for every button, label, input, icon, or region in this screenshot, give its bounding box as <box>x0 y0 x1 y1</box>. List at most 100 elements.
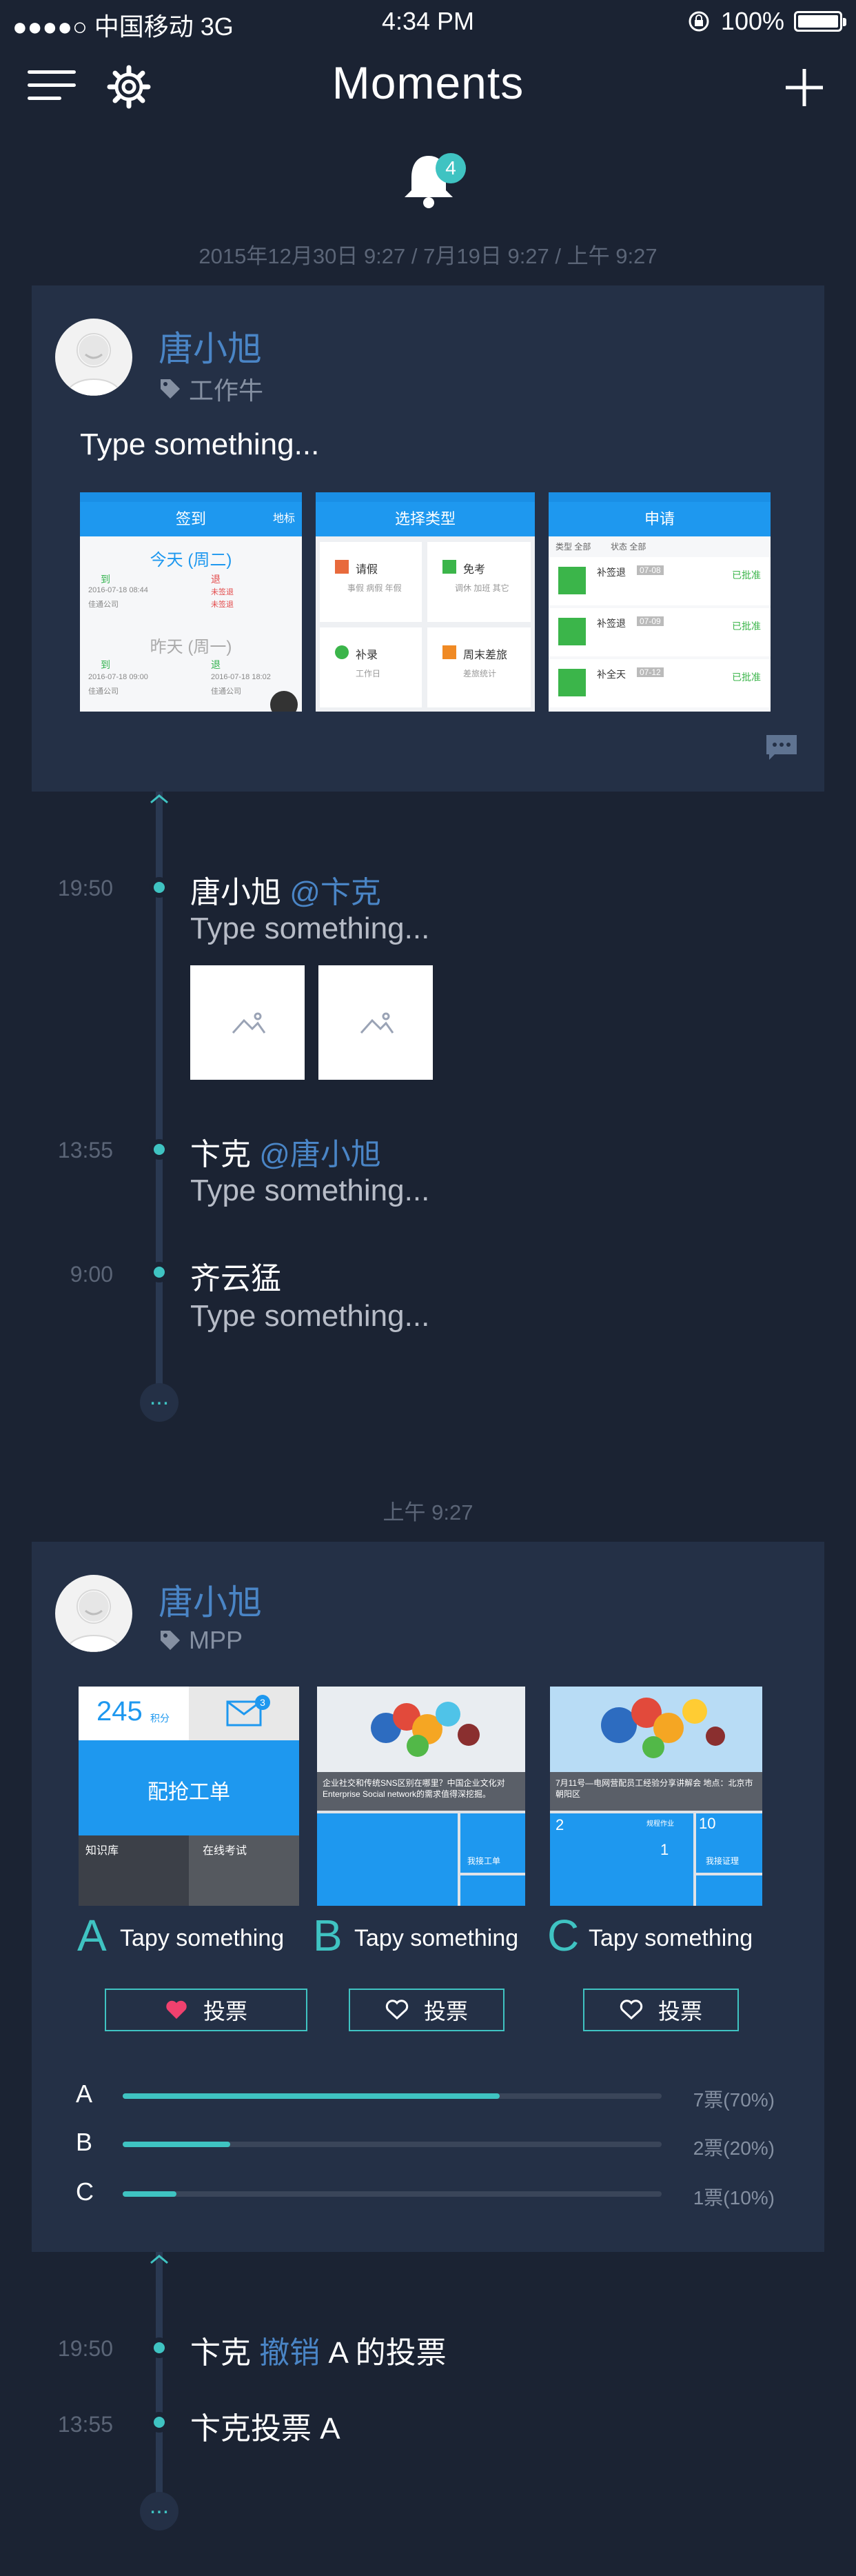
collapse-caret-icon[interactable] <box>145 792 173 805</box>
avatar[interactable] <box>55 319 132 396</box>
thumb-title: 配抢工单 <box>147 1781 230 1804</box>
vote-label: 投票 <box>203 1999 247 2024</box>
row-date: 07-09 <box>637 616 664 626</box>
comment-mention[interactable]: @卞克 <box>289 876 381 909</box>
shot-line: 佳通公司 <box>88 687 119 696</box>
timeline-line <box>156 2252 163 2506</box>
collapse-caret-icon[interactable] <box>145 2252 173 2266</box>
request-row: 补全天 07-12 已批准 <box>549 659 771 707</box>
row-date: 07-12 <box>637 667 664 677</box>
result-letter: B <box>76 2128 93 2156</box>
comment-author-name[interactable]: 唐小旭 <box>190 876 281 909</box>
option-name: 免考 <box>463 564 486 576</box>
tile-label: 我接证理 <box>706 1856 740 1866</box>
activity-text: 卞克 撤销 A 的投票 <box>190 2328 447 2372</box>
row-name: 补全天 <box>597 669 626 680</box>
post-text: Type something... <box>80 427 320 461</box>
attachment-image[interactable]: 签到 地标 今天 (周二) 到 退 2016-07-18 08:44 未签退 佳… <box>80 492 302 712</box>
comment-author-name[interactable]: 齐云猛 <box>190 1262 281 1296</box>
timeline-dot <box>149 1139 170 1160</box>
shot-title: 选择类型 <box>394 510 456 527</box>
result-count: 1票(10%) <box>693 2187 775 2208</box>
vote-label: 投票 <box>423 1999 468 2024</box>
row-status: 已批准 <box>732 570 761 581</box>
option-name: 补录 <box>356 650 378 661</box>
rotation-lock-icon <box>689 11 709 32</box>
request-row: 补签退 07-08 已批准 <box>549 557 771 605</box>
comment-icon[interactable] <box>765 734 798 761</box>
tile-number: 10 <box>699 1815 716 1832</box>
activity-text: 卞克投票 A <box>190 2412 340 2446</box>
shot-line: 到 <box>101 574 110 585</box>
knowledge-label: 知识库 <box>85 1845 119 1857</box>
thumb-caption: 企业社交和传统SNS区别在哪里？中国企业文化对 Enterprise Socia… <box>317 1772 525 1811</box>
result-bar-track <box>123 2093 662 2099</box>
image-placeholder[interactable] <box>190 965 305 1080</box>
battery-icon <box>794 11 846 32</box>
result-count: 7票(70%) <box>693 2089 775 2111</box>
option-text: Tapy something <box>120 1925 285 1951</box>
option-desc: 差旅统计 <box>463 669 497 678</box>
heart-filled-icon <box>166 2000 187 2019</box>
shot-line: 到 <box>101 659 110 670</box>
balloons-image <box>601 1698 725 1758</box>
option-image-b[interactable]: 企业社交和传统SNS区别在哪里？中国企业文化对 Enterprise Socia… <box>317 1687 525 1906</box>
post-author[interactable]: 唐小旭 <box>159 321 262 371</box>
option-letter: C <box>547 1911 580 1960</box>
option-desc: 事假 病假 年假 <box>347 583 402 593</box>
comment-text: Type something... <box>190 912 430 945</box>
type-option: 补录 工作日 <box>320 627 422 707</box>
score-value: 245 <box>96 1696 143 1727</box>
vote-button-b[interactable]: 投票 <box>349 1989 505 2031</box>
add-icon[interactable] <box>783 66 826 109</box>
comment-author: 唐小旭 @卞克 <box>190 867 381 912</box>
more-comments-button[interactable]: ... <box>140 1383 179 1422</box>
image-placeholder[interactable] <box>318 965 433 1080</box>
option-image-c[interactable]: 7月11号—电网营配员工经验分享讲解会 地点：北京市朝阳区 2 1 规程作业 1… <box>550 1687 762 1906</box>
date-line: 2015年12月30日 9:27 / 7月19日 9:27 / 上午 9:27 <box>198 244 658 268</box>
shot-line: 佳通公司 <box>88 601 119 609</box>
result-letter: A <box>76 2080 93 2108</box>
row-status: 已批准 <box>732 672 761 683</box>
option-image-a[interactable]: 245 积分 3 配抢工单 知识库 在线考试 <box>79 1687 299 1906</box>
tile-number: 2 <box>556 1816 564 1833</box>
more-comments-button[interactable]: ... <box>140 2492 179 2530</box>
fab-icon <box>270 691 298 712</box>
avatar[interactable] <box>55 1575 132 1652</box>
row-name: 补签退 <box>597 567 626 578</box>
shot-line: 2016-07-18 09:00 <box>88 673 148 681</box>
attachment-image[interactable]: 申请 类型 全部 状态 全部 补签退 07-08 已批准 补签退 07-09 已… <box>549 492 771 712</box>
exam-label: 在线考试 <box>203 1845 247 1857</box>
heart-outline-icon <box>385 2000 409 2020</box>
timeline-dot <box>149 877 170 898</box>
vote-button-c[interactable]: 投票 <box>583 1989 739 2031</box>
tile-label: 规程作业 <box>646 1820 674 1828</box>
request-row: 补签退 07-09 已批准 <box>549 608 771 656</box>
image-icon <box>360 1012 394 1034</box>
shot-line: 昨天 (周一) <box>150 638 232 656</box>
post-tag: MPP <box>159 1626 243 1655</box>
result-bar-fill <box>123 2142 231 2147</box>
row-status: 已批准 <box>732 621 761 632</box>
post-author[interactable]: 唐小旭 <box>159 1575 262 1624</box>
vote-post-card: 唐小旭 MPP 245 积分 3 配抢工单 知识库 在线考试 企业社交和传统SN… <box>32 1542 824 2252</box>
tile-label: 我接工单 <box>467 1856 501 1866</box>
timeline-dot <box>149 1262 170 1282</box>
result-count: 2票(20%) <box>693 2137 775 2159</box>
post-tag: 工作牛 <box>159 371 263 407</box>
page-title: Moments <box>332 57 524 108</box>
timeline-dot <box>149 2337 170 2358</box>
option-letter: B <box>313 1911 343 1960</box>
type-option: 周末差旅 差旅统计 <box>427 627 531 707</box>
comment-author-name[interactable]: 卞克 <box>190 1138 251 1171</box>
thumb-caption: 7月11号—电网营配员工经验分享讲解会 地点：北京市朝阳区 <box>550 1772 762 1811</box>
activity-user[interactable]: 卞克 <box>190 2336 251 2370</box>
avatar-placeholder-icon <box>65 1589 123 1652</box>
balloons-image <box>371 1702 480 1757</box>
battery-percent: 100% <box>720 7 784 35</box>
comment-mention[interactable]: @唐小旭 <box>259 1138 381 1171</box>
shot-right-label: 地标 <box>272 513 295 525</box>
attachment-image[interactable]: 选择类型 请假 事假 病假 年假 免考 调休 加班 其它 补录 工作日 周末差旅… <box>316 492 535 712</box>
vote-button-a[interactable]: 投票 <box>105 1989 307 2031</box>
option-letter: A <box>77 1911 107 1960</box>
